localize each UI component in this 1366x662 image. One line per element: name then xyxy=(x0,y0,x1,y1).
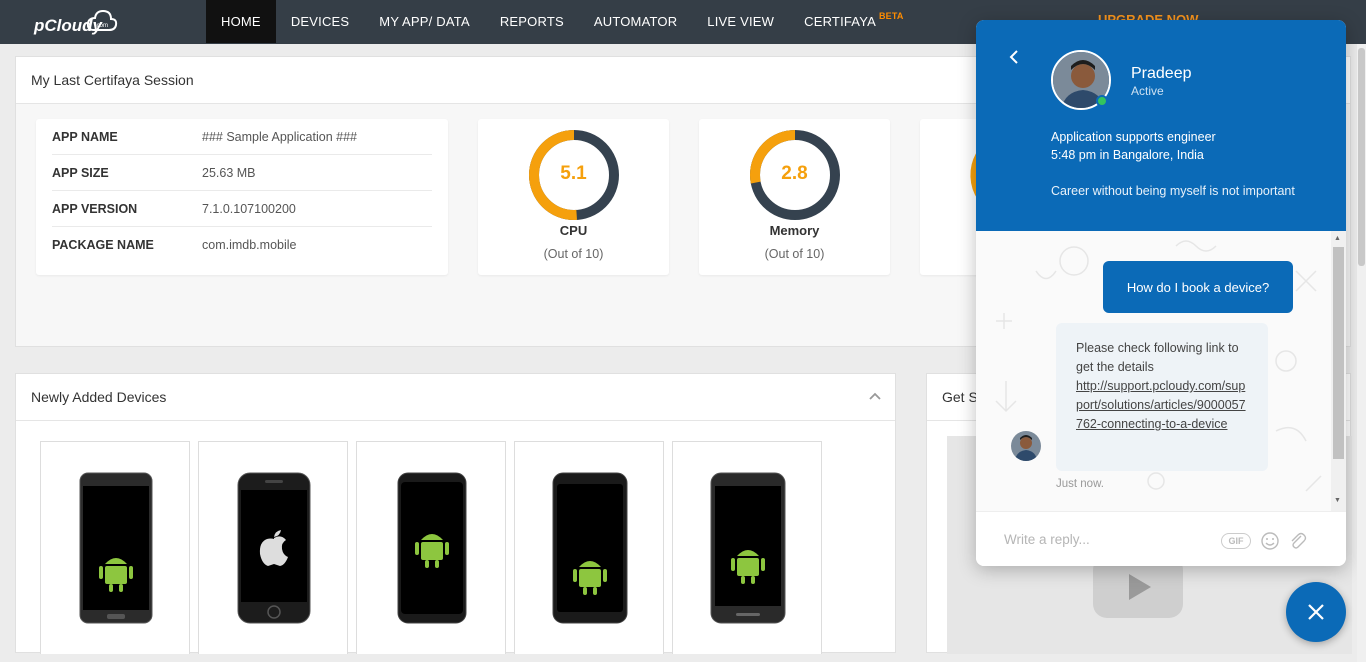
logo-suffix: .com xyxy=(95,23,108,29)
cloud-icon: .com xyxy=(86,9,118,31)
memory-scale: (Out of 10) xyxy=(764,247,825,261)
nav-certifaya[interactable]: CERTIFAYA BETA xyxy=(789,0,919,43)
app-info-value: 7.1.0.107100200 xyxy=(202,201,296,216)
memory-gauge-card: 2.8 Memory (Out of 10) xyxy=(699,119,890,275)
agent-name: Pradeep xyxy=(1131,65,1192,82)
chat-header: Pradeep Active Application supports engi… xyxy=(976,20,1346,231)
agent-role: Application supports engineer xyxy=(1051,130,1216,144)
cpu-label: CPU xyxy=(559,223,588,238)
nav-automator-label: AUTOMATOR xyxy=(593,14,678,29)
memory-value: 2.8 xyxy=(781,163,808,184)
nav-live-view-label: LIVE VIEW xyxy=(707,14,775,29)
android-phone-image xyxy=(710,472,786,624)
pcloudy-logo[interactable]: pCloudy .com xyxy=(34,8,124,36)
chat-input-bar: GIF xyxy=(976,511,1346,566)
emoji-icon[interactable] xyxy=(1260,531,1280,551)
device-tile[interactable] xyxy=(514,441,664,654)
app-info-row: APP NAME ### Sample Application ### xyxy=(52,119,432,155)
app-info-key: APP NAME xyxy=(52,129,118,144)
paperclip-icon[interactable] xyxy=(1288,531,1308,551)
main-nav: HOME DEVICES MY APP/ DATA REPORTS AUTOMA… xyxy=(206,0,919,44)
reply-input[interactable] xyxy=(1004,528,1204,550)
cpu-value: 5.1 xyxy=(560,163,587,184)
nav-reports[interactable]: REPORTS xyxy=(485,0,579,43)
support-chat-widget: Pradeep Active Application supports engi… xyxy=(976,20,1346,566)
agent-message-avatar xyxy=(1011,431,1041,461)
scroll-down-icon[interactable]: ▼ xyxy=(1334,497,1341,504)
beta-badge: BETA xyxy=(878,10,904,21)
user-message: How do I book a device? xyxy=(1103,261,1293,313)
agent-status: Active xyxy=(1131,84,1164,98)
app-info-row: APP SIZE 25.63 MB xyxy=(52,155,432,191)
memory-label: Memory xyxy=(769,223,820,238)
android-phone-image xyxy=(397,472,467,624)
app-info-row: PACKAGE NAME com.imdb.mobile xyxy=(52,227,432,263)
chevron-up-icon[interactable] xyxy=(869,392,881,400)
nav-my-app-data[interactable]: MY APP/ DATA xyxy=(364,0,485,43)
nav-devices[interactable]: DEVICES xyxy=(276,0,364,43)
chat-scrollbar-thumb[interactable] xyxy=(1333,247,1344,459)
close-chat-button[interactable] xyxy=(1286,582,1346,642)
back-arrow-icon[interactable] xyxy=(1006,48,1022,66)
nav-reports-label: REPORTS xyxy=(499,14,564,29)
iphone-image xyxy=(237,472,311,624)
app-info-key: APP SIZE xyxy=(52,165,109,180)
close-icon xyxy=(1308,604,1324,620)
nav-automator[interactable]: AUTOMATOR xyxy=(579,0,692,43)
nav-home-label: HOME xyxy=(221,14,261,29)
device-tile[interactable] xyxy=(672,441,822,654)
newly-added-devices-panel: Newly Added Devices xyxy=(15,373,896,654)
app-info-key: APP VERSION xyxy=(52,201,138,216)
app-info-value: com.imdb.mobile xyxy=(202,238,297,252)
android-phone-image xyxy=(552,472,628,624)
app-info-row: APP VERSION 7.1.0.107100200 xyxy=(52,191,432,227)
agent-local-time: 5:48 pm in Bangalore, India xyxy=(1051,148,1204,162)
device-tile[interactable] xyxy=(356,441,506,654)
online-status-dot xyxy=(1096,95,1108,107)
support-article-link[interactable]: http://support.pcloudy.com/support/solut… xyxy=(1076,379,1246,431)
device-tile[interactable] xyxy=(40,441,190,654)
device-tile[interactable] xyxy=(198,441,348,654)
android-phone-image xyxy=(79,472,153,624)
nav-devices-label: DEVICES xyxy=(290,14,350,29)
app-info-value: 25.63 MB xyxy=(202,165,256,180)
app-info-key: PACKAGE NAME xyxy=(52,238,154,252)
nav-my-app-data-label: MY APP/ DATA xyxy=(379,14,470,29)
agent-message-text: Please check following link to get the d… xyxy=(1076,341,1239,374)
chat-conversation: ▲ ▼ How do I book a device? Please check… xyxy=(976,231,1346,511)
cpu-gauge-card: 5.1 CPU (Out of 10) xyxy=(478,119,669,275)
page-scrollbar-thumb[interactable] xyxy=(1358,48,1365,266)
nav-certifaya-label: CERTIFAYA xyxy=(804,14,876,29)
gif-icon[interactable]: GIF xyxy=(1221,533,1251,549)
agent-bio: Career without being myself is not impor… xyxy=(1051,184,1295,198)
nav-home[interactable]: HOME xyxy=(206,0,276,43)
panel-title: Newly Added Devices xyxy=(16,374,895,421)
app-info-value: ### Sample Application ### xyxy=(202,129,357,144)
message-timestamp: Just now. xyxy=(1056,478,1104,490)
app-info-card: APP NAME ### Sample Application ### APP … xyxy=(36,119,448,275)
scroll-up-icon[interactable]: ▲ xyxy=(1334,235,1341,242)
cpu-scale: (Out of 10) xyxy=(543,247,604,261)
nav-live-view[interactable]: LIVE VIEW xyxy=(692,0,789,43)
agent-message: Please check following link to get the d… xyxy=(1056,323,1268,471)
